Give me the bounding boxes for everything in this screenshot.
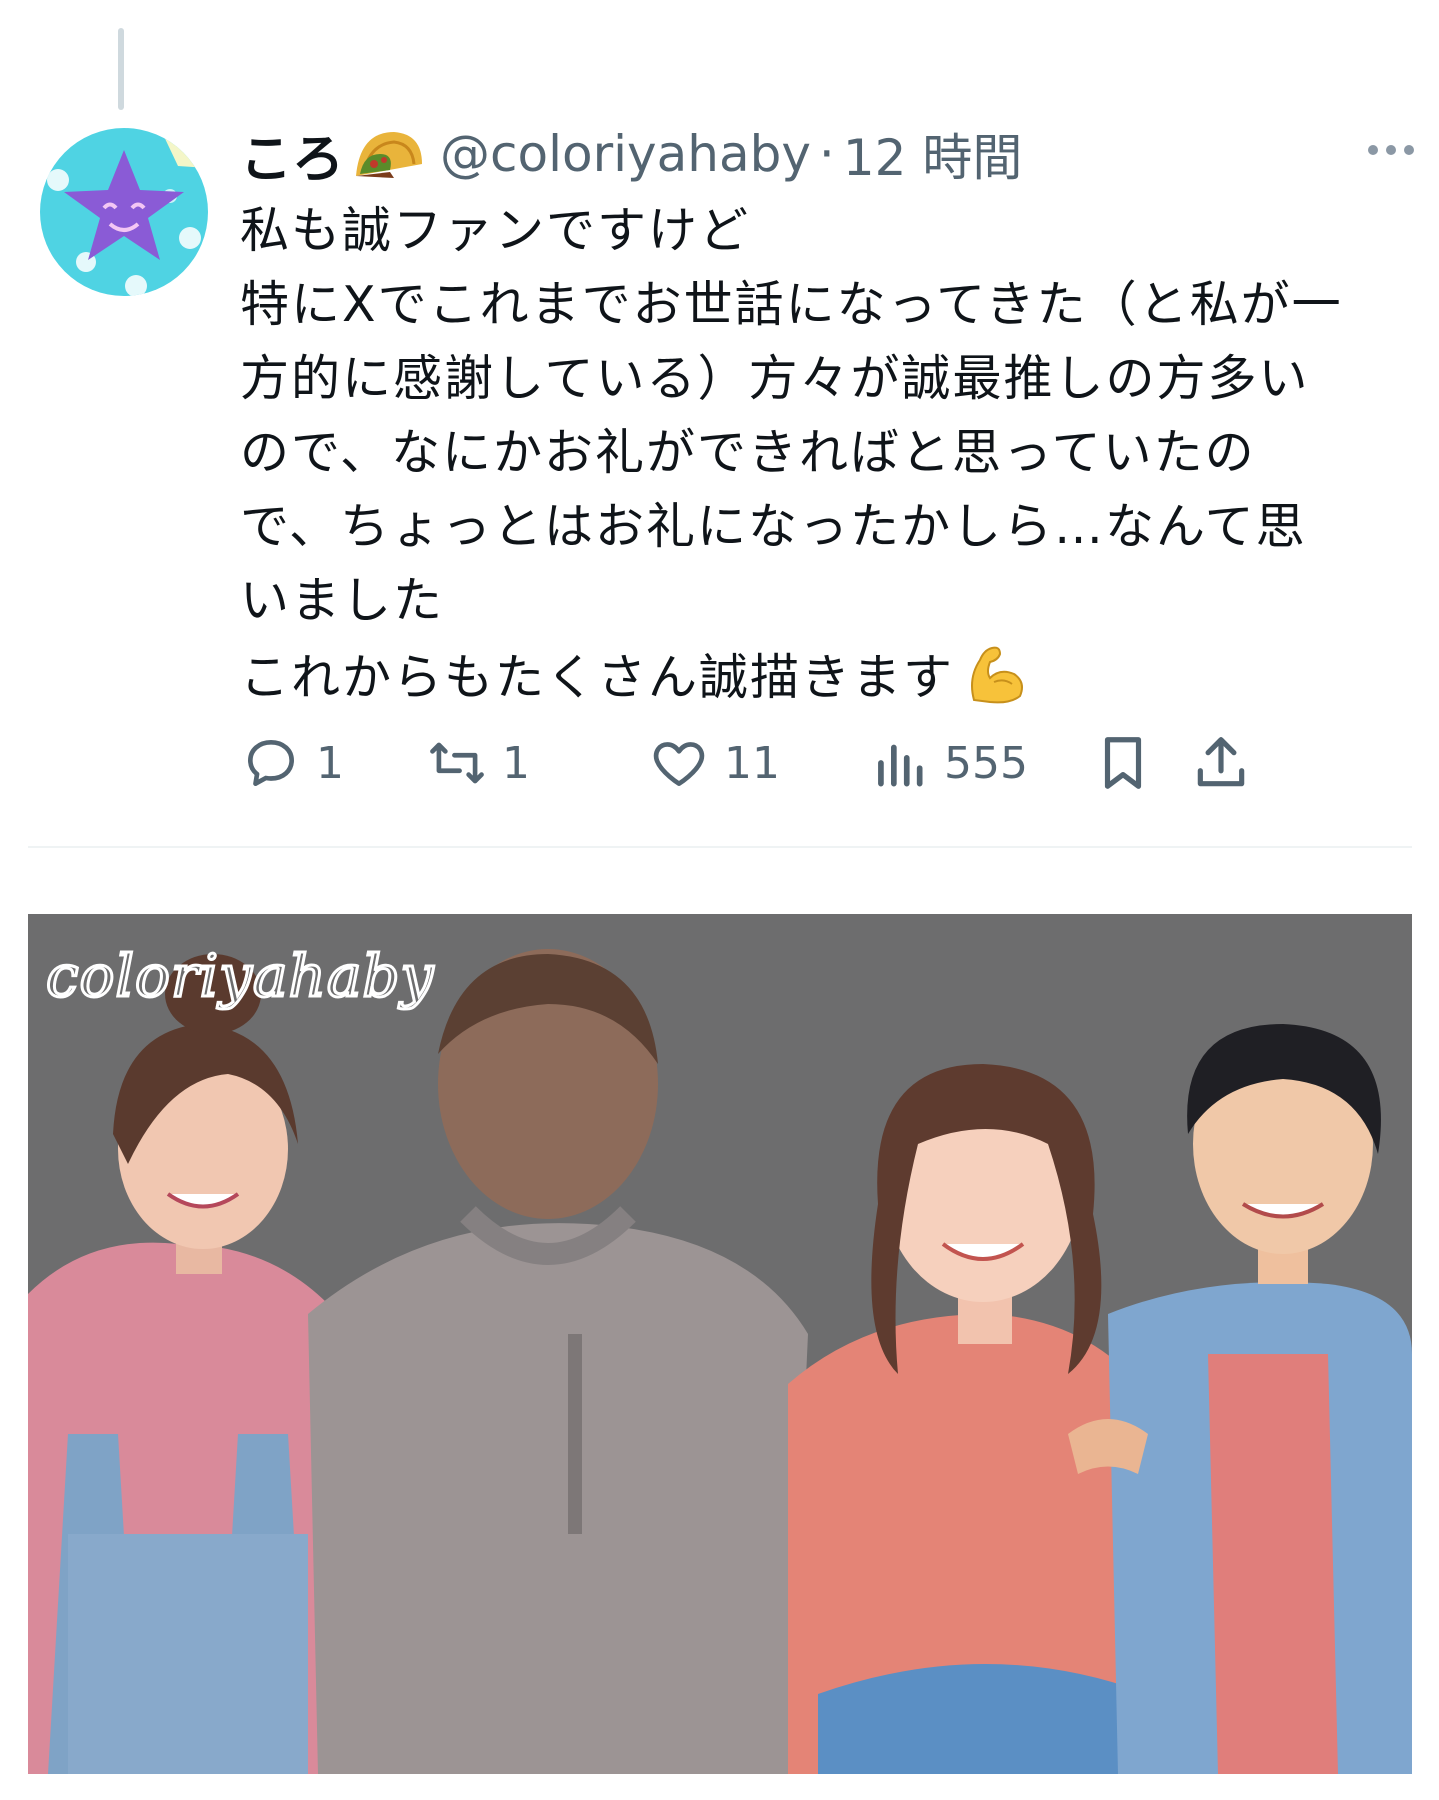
tweet-actions: 1 1 11 555 — [240, 728, 1420, 798]
tweet-line: 特にXでこれまでお世話になってきた（と私が一 — [240, 276, 1343, 333]
reply-button[interactable]: 1 — [240, 728, 344, 798]
tweet-line: ので、なにかお礼ができればと思っていたの — [240, 424, 1256, 481]
timestamp[interactable]: 12 時間 — [843, 118, 1023, 190]
bookmark-button[interactable] — [1092, 728, 1154, 798]
header-separator: · — [818, 125, 835, 183]
tweet-media-image[interactable]: coloriyahaby — [28, 914, 1412, 1774]
share-icon — [1197, 737, 1245, 787]
user-handle[interactable]: @coloriyahaby — [440, 125, 811, 183]
heart-icon — [653, 742, 705, 786]
tweet-text: 私も誠ファンですけど 特にXでこれまでお世話になってきた（と私が一 方的に感謝し… — [240, 194, 1410, 715]
share-button[interactable] — [1190, 728, 1252, 798]
reply-icon — [248, 740, 294, 786]
image-watermark: coloriyahaby — [44, 941, 435, 1012]
like-button[interactable]: 11 — [648, 728, 780, 798]
tweet-line: いました — [240, 572, 445, 629]
retweet-count: 1 — [502, 737, 530, 789]
retweet-button[interactable]: 1 — [426, 728, 530, 798]
tweet-line: 方的に感謝している）方々が誠最推しの方多い — [240, 350, 1310, 407]
divider — [28, 846, 1412, 848]
like-count: 11 — [724, 737, 780, 789]
more-options-icon[interactable] — [1368, 140, 1414, 160]
views-count: 555 — [944, 737, 1028, 789]
retweet-icon — [430, 742, 484, 784]
tweet-header: ころ @coloriyahaby · 12 時間 — [240, 118, 1022, 190]
tweet-line: これからもたくさん誠描きます — [240, 649, 955, 706]
display-name[interactable]: ころ — [240, 117, 344, 192]
bookmark-icon — [1104, 737, 1142, 789]
avatar[interactable] — [40, 128, 208, 296]
views-button[interactable]: 555 — [868, 728, 1028, 798]
tweet-line: 私も誠ファンですけど — [240, 202, 751, 259]
tweet-line: で、ちょっとはお礼になったかしら…なんて思 — [240, 498, 1307, 555]
tweet-line-last: これからもたくさん誠描きます — [240, 638, 1410, 715]
painted-illustration-image — [28, 914, 1412, 1774]
flexed-biceps-emoji-icon — [971, 646, 1023, 704]
taco-emoji-icon — [356, 132, 423, 178]
reply-count: 1 — [316, 737, 344, 789]
thread-connector-line — [118, 28, 124, 110]
views-chart-icon — [878, 744, 923, 787]
